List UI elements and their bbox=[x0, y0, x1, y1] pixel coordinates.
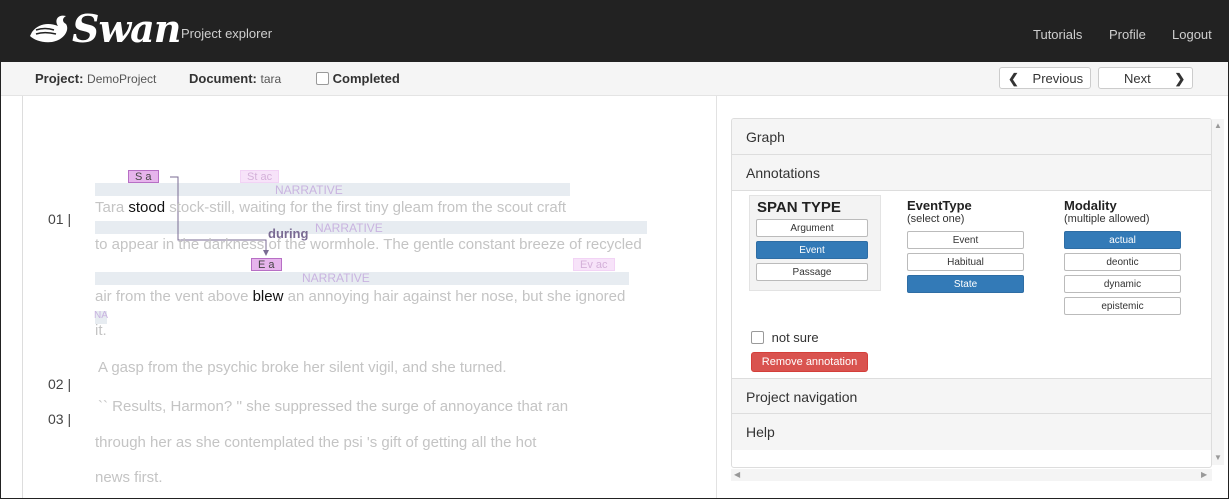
narrative-label: NA bbox=[94, 310, 108, 321]
modality-deontic[interactable]: deontic bbox=[1064, 253, 1181, 271]
brand-logo-text[interactable]: Swan bbox=[72, 6, 181, 51]
accordion-annotations[interactable]: Annotations bbox=[732, 155, 1211, 191]
brand-subtitle[interactable]: Project explorer bbox=[181, 26, 272, 41]
text-line: Tara stood stock-still, waiting for the … bbox=[95, 199, 567, 216]
text-line: through her as she contemplated the psi … bbox=[95, 434, 537, 451]
side-accordion: Graph Annotations Project navigation Hel… bbox=[731, 118, 1212, 468]
highlighted-word[interactable]: blew bbox=[253, 288, 284, 305]
project-info: Project: DemoProject bbox=[35, 71, 156, 86]
text-line: air from the vent above blew an annoying… bbox=[95, 288, 626, 305]
chevron-left-icon: ❮ bbox=[1008, 71, 1019, 86]
event-type-title: EventType bbox=[907, 198, 972, 213]
top-navbar: Swan Project explorer Tutorials Profile … bbox=[0, 0, 1229, 62]
accordion-project-navigation[interactable]: Project navigation bbox=[732, 378, 1211, 414]
event-type-event[interactable]: Event bbox=[907, 231, 1024, 249]
document-value: tara bbox=[260, 72, 282, 86]
scroll-down-icon[interactable]: ▼ bbox=[1214, 453, 1222, 462]
span-type-title: SPAN TYPE bbox=[757, 199, 841, 216]
narrative-label: NARRATIVE bbox=[302, 271, 370, 285]
narrative-label: NARRATIVE bbox=[315, 221, 383, 235]
project-value: DemoProject bbox=[87, 72, 157, 86]
chevron-right-icon: ❯ bbox=[1174, 71, 1186, 86]
event-type-subtitle: (select one) bbox=[907, 213, 965, 225]
modality-title: Modality bbox=[1064, 198, 1117, 213]
span-type-event[interactable]: Event bbox=[756, 241, 868, 259]
event-type-state[interactable]: State bbox=[907, 275, 1024, 293]
narrative-label: NARRATIVE bbox=[275, 183, 343, 197]
span-type-passage[interactable]: Passage bbox=[756, 263, 868, 281]
text-line: news first. bbox=[95, 469, 163, 486]
modality-actual[interactable]: actual bbox=[1064, 231, 1181, 249]
modality-dynamic[interactable]: dynamic bbox=[1064, 275, 1181, 293]
next-label: Next bbox=[1124, 71, 1151, 86]
completed-checkbox[interactable] bbox=[316, 72, 329, 85]
span-type-argument[interactable]: Argument bbox=[756, 219, 868, 237]
nav-link-tutorials[interactable]: Tutorials bbox=[1033, 27, 1082, 42]
event-type-habitual[interactable]: Habitual bbox=[907, 253, 1024, 271]
project-label: Project: bbox=[35, 71, 84, 86]
swan-logo-icon bbox=[30, 15, 68, 43]
document-label: Document: bbox=[189, 71, 257, 86]
scroll-up-icon[interactable]: ▲ bbox=[1214, 121, 1222, 130]
nav-link-logout[interactable]: Logout bbox=[1172, 27, 1212, 42]
completed-label: Completed bbox=[332, 71, 400, 86]
span-tag-state[interactable]: S a bbox=[128, 170, 159, 183]
document-info: Document: tara bbox=[189, 71, 281, 86]
next-button[interactable]: Next ❯ bbox=[1098, 67, 1193, 89]
text-line: to appear in the darkness of the wormhol… bbox=[95, 236, 642, 253]
scroll-left-icon[interactable]: ◀ bbox=[734, 470, 740, 479]
accordion-graph[interactable]: Graph bbox=[732, 119, 1211, 155]
not-sure-label: not sure bbox=[771, 330, 819, 345]
completed-toggle[interactable]: Completed bbox=[316, 71, 400, 86]
not-sure-toggle[interactable]: not sure bbox=[751, 330, 819, 345]
vertical-scrollbar[interactable]: ▲ ▼ bbox=[1212, 119, 1224, 465]
text-line: it. bbox=[95, 322, 107, 339]
remove-annotation-button[interactable]: Remove annotation bbox=[751, 352, 868, 372]
line-number: 01 | bbox=[48, 211, 72, 227]
highlighted-word[interactable]: stood bbox=[128, 199, 165, 216]
text-line: `` Results, Harmon? '' she suppressed th… bbox=[98, 398, 569, 415]
accordion-help[interactable]: Help bbox=[732, 414, 1211, 450]
previous-button[interactable]: ❮ Previous bbox=[999, 67, 1091, 89]
previous-label: Previous bbox=[1032, 71, 1084, 86]
line-number: 03 | bbox=[48, 411, 72, 427]
span-tag-faint[interactable]: Ev ac bbox=[573, 258, 615, 271]
line-number: 02 | bbox=[48, 376, 72, 392]
modality-subtitle: (multiple allowed) bbox=[1064, 213, 1150, 225]
horizontal-scrollbar[interactable]: ◀ ▶ bbox=[731, 469, 1212, 481]
document-subheader: Project: DemoProject Document: tara Comp… bbox=[0, 62, 1229, 96]
text-line: A gasp from the psychic broke her silent… bbox=[98, 359, 507, 376]
scroll-right-icon[interactable]: ▶ bbox=[1201, 470, 1207, 479]
modality-epistemic[interactable]: epistemic bbox=[1064, 297, 1181, 315]
nav-link-profile[interactable]: Profile bbox=[1109, 27, 1146, 42]
not-sure-checkbox[interactable] bbox=[751, 331, 764, 344]
